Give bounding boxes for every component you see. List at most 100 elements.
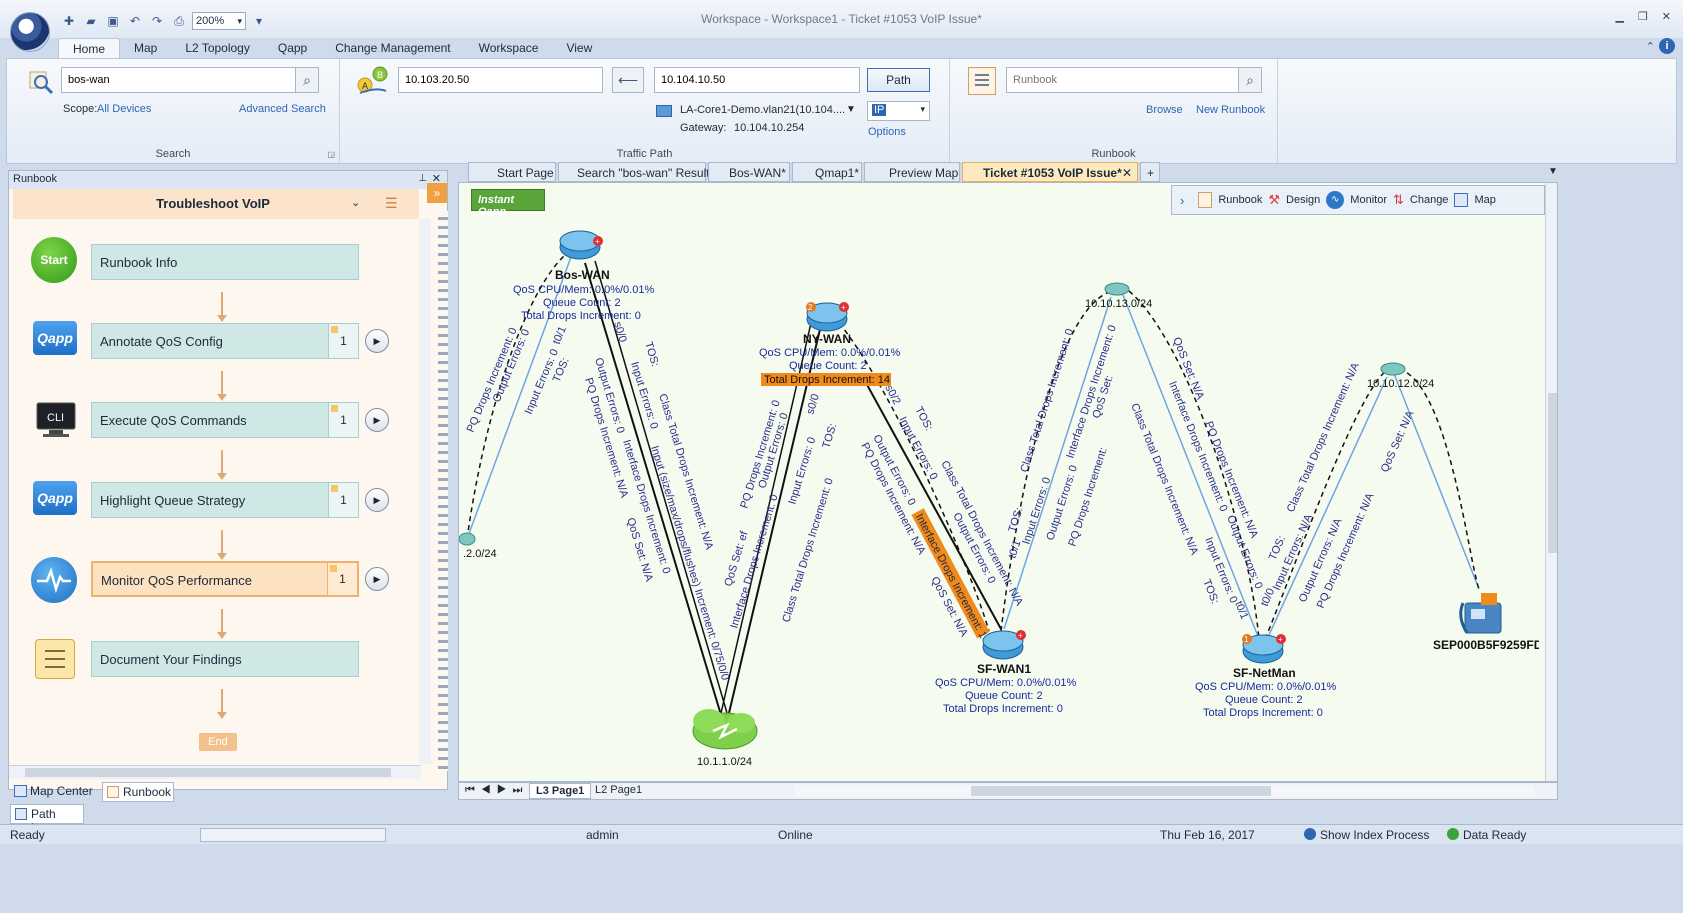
router-sf-netman[interactable]: + 1	[1242, 634, 1286, 664]
collapse-panel-icon[interactable]: »	[427, 183, 447, 203]
subnet-icon[interactable]	[1104, 282, 1130, 296]
tab-path-log[interactable]: Path Log	[10, 804, 84, 835]
step-highlight-queue[interactable]: Highlight Queue Strategy 1	[91, 482, 359, 518]
search-button[interactable]: ⌕	[295, 67, 319, 93]
tab-map[interactable]: Map	[120, 38, 171, 58]
tab-map-center[interactable]: Map Center	[10, 782, 100, 802]
tab-search-result[interactable]: Search "bos-wan" Result	[558, 162, 710, 182]
tab-change-management[interactable]: Change Management	[321, 38, 464, 58]
step-label: Runbook Info	[100, 255, 178, 270]
alert-badge: 1	[1244, 635, 1249, 644]
search-input[interactable]	[61, 67, 297, 93]
step-execute-qos[interactable]: Execute QoS Commands 1	[91, 402, 359, 438]
subnet-icon[interactable]	[459, 532, 476, 546]
link-label: s0/0	[611, 320, 629, 343]
show-index-process[interactable]: Show Index Process	[1320, 828, 1429, 842]
device-stat: QoS CPU/Mem: 0.0%/0.01%	[513, 284, 654, 296]
run-step-button[interactable]: ▶	[365, 567, 389, 591]
router-bos-wan[interactable]: +	[559, 230, 603, 260]
ip-phone-icon[interactable]	[1459, 593, 1502, 634]
help-icon[interactable]: i	[1659, 38, 1675, 54]
document-checklist-icon	[35, 639, 75, 679]
run-step-button[interactable]: ▶	[365, 488, 389, 512]
link-ny-sf1[interactable]	[864, 380, 1002, 630]
map-vertical-scrollbar[interactable]	[1545, 183, 1557, 781]
tab-qapp[interactable]: Qapp	[264, 38, 321, 58]
map-horizontal-scrollbar[interactable]	[795, 785, 1535, 797]
step-monitor-qos[interactable]: Monitor QoS Performance 1	[91, 561, 359, 597]
wan-cloud-icon[interactable]	[692, 709, 758, 750]
run-step-button[interactable]: ▶	[365, 329, 389, 353]
ribbon-collapse-icon[interactable]: ⌃	[1646, 40, 1655, 53]
tab-qmap1[interactable]: Qmap1*	[792, 162, 862, 182]
step-document-findings[interactable]: Document Your Findings	[91, 641, 359, 677]
pin-icon[interactable]: ⊥	[418, 173, 427, 184]
gateway-device[interactable]: LA-Core1-Demo.vlan21(10.104....	[680, 104, 845, 116]
runbook-icon	[968, 67, 996, 95]
page-nav-icons[interactable]: ⏮◀▶⏭	[465, 784, 528, 797]
link-subnet12-phone-dashed[interactable]	[1398, 368, 1480, 590]
flow-arrow	[217, 292, 227, 322]
tab-l2-page1[interactable]: L2 Page1	[589, 784, 648, 796]
runbook-search-button[interactable]: ⌕	[1238, 67, 1262, 93]
step-label: Execute QoS Commands	[100, 413, 247, 428]
step-annotate-qos[interactable]: Annotate QoS Config 1	[91, 323, 359, 359]
new-tab-button[interactable]: +	[1140, 162, 1160, 182]
tab-start-page[interactable]: Start Page	[468, 162, 556, 182]
link-label: s0/0	[804, 392, 822, 415]
path-button[interactable]: Path	[867, 68, 930, 92]
runbook-search-input[interactable]	[1006, 67, 1240, 93]
step-runbook-info[interactable]: Runbook Info	[91, 244, 359, 280]
device-stat: QoS CPU/Mem: 0.0%/0.01%	[759, 347, 900, 359]
scope-link[interactable]: All Devices	[97, 103, 151, 115]
link-subnet12-phone[interactable]	[1392, 370, 1480, 590]
close-tab-icon[interactable]: ✕	[1122, 166, 1132, 180]
tab-view[interactable]: View	[552, 38, 606, 58]
link-label: TOS:	[642, 340, 661, 368]
tab-preview-map[interactable]: Preview Map	[864, 162, 960, 182]
gateway-label: Gateway:	[680, 122, 727, 134]
device-dropdown-icon[interactable]: ▼	[846, 104, 856, 115]
router-ny-wan[interactable]: + 2	[806, 302, 849, 332]
runbook-dropdown-icon[interactable]: ⌄	[351, 196, 360, 209]
device-name: Bos-WAN	[555, 268, 610, 282]
tab-workspace[interactable]: Workspace	[465, 38, 553, 58]
close-icon[interactable]: ✕	[1662, 10, 1671, 23]
panel-scrollbar[interactable]	[419, 219, 431, 764]
restore-icon[interactable]: ❐	[1638, 10, 1648, 23]
link-subnet13-netman[interactable]	[1128, 290, 1260, 640]
protocol-select[interactable]: IP ▾	[867, 101, 930, 121]
advanced-search-link[interactable]: Advanced Search	[239, 103, 326, 115]
tab-bos-wan[interactable]: Bos-WAN*	[708, 162, 790, 182]
traffic-path-group-label: Traffic Path	[616, 148, 673, 160]
link-subnet13-netman-solid[interactable]	[1122, 294, 1260, 640]
browse-link[interactable]: Browse	[1146, 104, 1183, 116]
subnet-icon[interactable]	[1380, 362, 1406, 376]
tab-l3-page1[interactable]: L3 Page1	[529, 783, 592, 799]
start-icon[interactable]: Start	[31, 237, 77, 283]
map-canvas[interactable]: Instant Qapp › Runbook ⚒ Design ∿ Monito…	[458, 182, 1558, 782]
tab-runbook[interactable]: Runbook	[102, 782, 174, 802]
device-name: SEP000B5F9259FD	[1433, 638, 1539, 652]
device-stat: Queue Count: 2	[1225, 694, 1303, 706]
source-ip-input[interactable]	[398, 67, 603, 93]
tab-ticket-1053[interactable]: Ticket #1053 VoIP Issue* ✕	[962, 162, 1138, 182]
start-label: Start	[40, 253, 68, 267]
dialog-launcher-icon[interactable]: ◲	[327, 150, 335, 159]
minimize-icon[interactable]: ▁	[1615, 10, 1623, 23]
tab-home[interactable]: Home	[58, 38, 121, 58]
run-step-button[interactable]: ▶	[365, 408, 389, 432]
hamburger-menu-icon[interactable]: ☰	[385, 195, 398, 212]
new-runbook-link[interactable]: New Runbook	[1196, 104, 1265, 116]
link-bos-cloud[interactable]	[584, 262, 722, 716]
swap-direction-button[interactable]: ⟵	[612, 67, 644, 93]
options-link[interactable]: Options	[868, 126, 906, 138]
link-label: TOS:	[1200, 578, 1221, 606]
destination-ip-input[interactable]	[654, 67, 860, 93]
horizontal-scrollbar[interactable]	[9, 765, 421, 779]
router-sf-wan1[interactable]: +	[982, 630, 1026, 660]
tab-list-chevron-icon[interactable]: ▼	[1548, 166, 1558, 177]
end-node[interactable]: End	[199, 733, 237, 751]
monitor-pulse-icon	[31, 557, 77, 603]
tab-l2-topology[interactable]: L2 Topology	[171, 38, 264, 58]
